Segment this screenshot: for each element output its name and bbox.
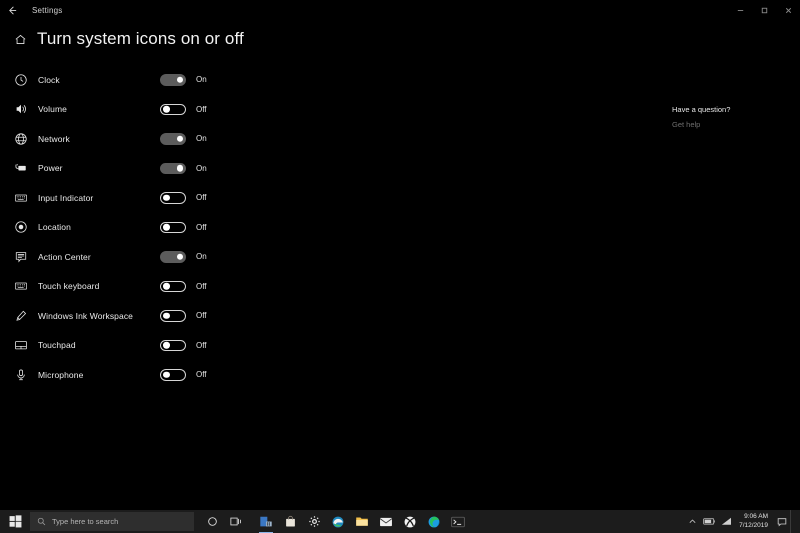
toggle-clock[interactable] [160,74,186,86]
setting-label: Network [38,133,70,144]
settings-window: Settings Turn system icons on or off Clo… [0,0,800,510]
toggle-input-indicator[interactable] [160,192,186,204]
close-button[interactable] [776,0,800,20]
taskbar-mail-icon[interactable] [374,510,398,533]
back-button[interactable] [0,0,24,20]
toggle-state-label: On [196,134,207,144]
toggle-windows-ink[interactable] [160,310,186,322]
home-icon[interactable] [14,33,27,46]
toggle-state-label: Off [196,311,207,321]
power-battery-icon [14,161,38,175]
taskbar-clock[interactable]: 9:06 AM 7/12/2019 [739,513,768,529]
toggle-action-center[interactable] [160,251,186,263]
show-desktop-button[interactable] [790,510,796,533]
toggle-state-label: On [196,75,207,85]
toggle-location[interactable] [160,221,186,233]
taskbar-terminal-icon[interactable] [446,510,470,533]
setting-row-touchpad: Touchpad Off [14,331,800,361]
setting-row-location: Location Off [14,213,800,243]
volume-icon [14,102,38,116]
taskbar-edge-legacy-icon[interactable] [326,510,350,533]
toggle-state-label: On [196,163,207,173]
window-controls [728,0,800,20]
system-tray: 9:06 AM 7/12/2019 [684,510,796,533]
setting-row-microphone: Microphone Off [14,360,800,390]
taskbar: Type here to search 9:06 AM 7/12/2019 [0,510,800,533]
search-placeholder: Type here to search [52,517,119,526]
setting-label: Windows Ink Workspace [38,310,134,321]
content-area: Clock On Volume Off Network On Power On … [0,49,800,390]
toggle-volume[interactable] [160,103,186,115]
app-title: Settings [32,5,63,15]
toggle-touchpad[interactable] [160,339,186,351]
search-icon [37,517,46,526]
toggle-microphone[interactable] [160,369,186,381]
action-center-icon [14,250,38,264]
toggle-state-label: Off [196,104,207,114]
start-button[interactable] [0,510,30,533]
setting-label: Touchpad [38,340,76,351]
minimize-button[interactable] [728,0,752,20]
clock-icon [14,73,38,87]
clock-time: 9:06 AM [744,513,768,521]
setting-row-action-center: Action Center On [14,242,800,272]
network-globe-icon [14,132,38,146]
clock-date: 7/12/2019 [739,521,768,529]
setting-label: Input Indicator [38,192,94,203]
taskbar-store-icon[interactable] [254,510,278,533]
task-view-icon[interactable] [224,510,248,533]
setting-label: Power [38,163,63,174]
toggle-power[interactable] [160,162,186,174]
title-bar: Settings [0,0,800,20]
search-box[interactable]: Type here to search [30,512,194,531]
taskbar-bag-icon[interactable] [278,510,302,533]
toggle-state-label: Off [196,340,207,350]
battery-icon[interactable] [701,510,718,533]
setting-label: Clock [38,74,60,85]
toggle-state-label: Off [196,370,207,380]
help-title: Have a question? [672,105,731,114]
action-center-tray-icon[interactable] [773,510,790,533]
toggle-state-label: On [196,252,207,262]
toggle-state-label: Off [196,193,207,203]
get-help-link[interactable]: Get help [672,120,730,129]
touchpad-icon [14,338,38,352]
setting-label: Touch keyboard [38,281,100,292]
toggle-state-label: Off [196,281,207,291]
taskbar-edge-icon[interactable] [422,510,446,533]
network-tray-icon[interactable] [718,510,735,533]
setting-row-windows-ink: Windows Ink Workspace Off [14,301,800,331]
pen-icon [14,309,38,323]
touch-keyboard-icon [14,279,38,293]
setting-label: Microphone [38,369,84,380]
keyboard-icon [14,191,38,205]
setting-label: Location [38,222,71,233]
setting-row-clock: Clock On [14,65,800,95]
show-hidden-icons-button[interactable] [684,510,701,533]
taskbar-explorer-icon[interactable] [350,510,374,533]
toggle-network[interactable] [160,133,186,145]
help-panel: Have a question? Get help [672,105,730,129]
setting-label: Action Center [38,251,91,262]
setting-row-input-indicator: Input Indicator Off [14,183,800,213]
toggle-touch-keyboard[interactable] [160,280,186,292]
microphone-icon [14,368,38,382]
page-header: Turn system icons on or off [0,20,800,49]
setting-row-power: Power On [14,154,800,184]
setting-row-touch-keyboard: Touch keyboard Off [14,272,800,302]
taskbar-settings-icon[interactable] [302,510,326,533]
cortana-icon[interactable] [200,510,224,533]
page-title: Turn system icons on or off [37,29,244,48]
location-icon [14,220,38,234]
taskbar-xbox-icon[interactable] [398,510,422,533]
maximize-button[interactable] [752,0,776,20]
toggle-state-label: Off [196,222,207,232]
setting-label: Volume [38,104,67,115]
